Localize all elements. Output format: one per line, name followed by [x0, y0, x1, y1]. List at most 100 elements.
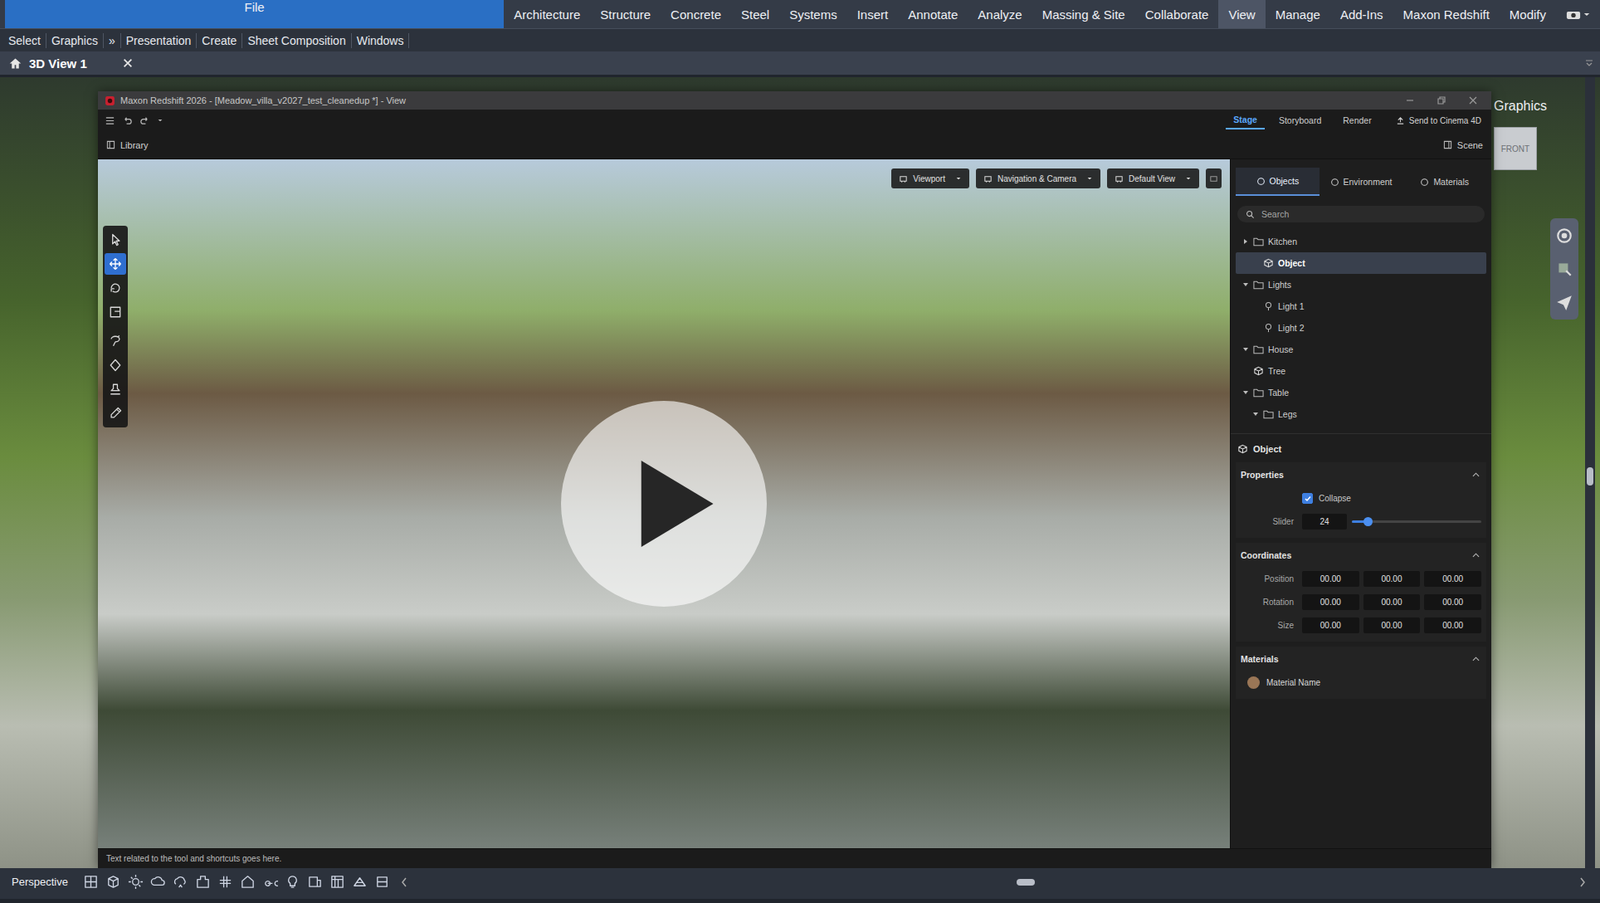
material-item[interactable]: Material Name — [1247, 676, 1480, 689]
panel-tab[interactable]: Materials — [1402, 167, 1487, 196]
expand-chevron-icon[interactable] — [1242, 238, 1249, 245]
ribbon-tab[interactable]: Add-Ins — [1330, 0, 1394, 29]
minimize-icon[interactable] — [1404, 95, 1415, 106]
expand-chevron-icon[interactable] — [1252, 410, 1259, 418]
coordinate-field[interactable]: 00.00 — [1363, 570, 1421, 587]
caret-down-icon[interactable] — [156, 118, 164, 123]
view-control-icon[interactable] — [351, 873, 368, 890]
tree-item[interactable]: Table — [1235, 381, 1487, 404]
ribbon-tab[interactable]: Structure — [590, 0, 661, 29]
viewcube-face[interactable]: FRONT — [1501, 144, 1530, 154]
viewport-menu[interactable]: Navigation & Camera — [975, 168, 1101, 189]
viewport-menu[interactable]: Viewport — [891, 168, 970, 189]
expand-chevron-icon[interactable] — [1242, 346, 1249, 353]
panel-bar-item[interactable]: Sheet Composition — [242, 33, 352, 49]
ribbon-tab[interactable]: Architecture — [503, 0, 591, 29]
ribbon-tab[interactable]: Annotate — [897, 0, 968, 29]
view-control-icon[interactable] — [195, 873, 211, 890]
tree-item[interactable]: Tree — [1235, 360, 1487, 382]
view-control-icon[interactable] — [150, 873, 166, 890]
tool-button[interactable] — [104, 378, 127, 400]
ribbon-tab[interactable]: Modify — [1499, 0, 1557, 29]
scroll-thumb[interactable] — [1016, 878, 1035, 886]
steering-wheel-icon[interactable] — [1555, 226, 1574, 245]
mode-tab[interactable]: Stage — [1225, 111, 1265, 130]
ribbon-tab[interactable]: Maxon Redshift — [1393, 0, 1500, 29]
mode-tab[interactable]: Render — [1335, 112, 1379, 129]
tool-button[interactable] — [104, 354, 127, 376]
tool-button[interactable] — [104, 402, 127, 425]
coordinate-field[interactable]: 00.00 — [1363, 617, 1421, 634]
redo-icon[interactable] — [139, 115, 151, 127]
horizontal-scrollbar[interactable] — [418, 878, 1569, 887]
ribbon-tab[interactable]: Concrete — [660, 0, 732, 29]
ribbon-tab[interactable]: View — [1218, 0, 1265, 29]
tab-menu-icon[interactable] — [1585, 58, 1594, 68]
ribbon-tab[interactable]: Collaborate — [1135, 0, 1220, 29]
restore-icon[interactable] — [1436, 95, 1447, 106]
ribbon-tab[interactable]: Insert — [847, 0, 899, 29]
tool-button[interactable] — [104, 229, 127, 251]
section-header[interactable]: Materials — [1235, 646, 1487, 672]
tool-button[interactable] — [104, 301, 127, 323]
collapse-chevron-icon[interactable] — [1472, 552, 1480, 558]
section-header[interactable]: Properties — [1235, 462, 1487, 488]
panel-bar-item[interactable]: » — [103, 33, 122, 49]
menu-icon[interactable] — [104, 115, 116, 127]
tree-item[interactable]: House — [1235, 338, 1487, 361]
view-control-icon[interactable] — [127, 873, 144, 890]
close-icon[interactable] — [121, 57, 134, 69]
render-viewport[interactable]: ViewportNavigation & Camera Default View — [97, 159, 1230, 849]
send-to-cinema4d-button[interactable]: Send to Cinema 4D — [1385, 116, 1485, 126]
tree-item[interactable]: Light 1 — [1235, 295, 1487, 318]
expand-chevron-icon[interactable] — [1242, 389, 1249, 396]
ribbon-tab[interactable]: Analyze — [967, 0, 1032, 29]
expand-chevron-icon[interactable] — [1242, 281, 1249, 288]
view-control-icon[interactable] — [284, 873, 301, 890]
send-icon[interactable] — [1555, 292, 1574, 312]
checkbox[interactable] — [1302, 492, 1313, 504]
view-control-icon[interactable] — [105, 873, 122, 890]
coordinate-field[interactable]: 00.00 — [1302, 594, 1360, 610]
collapse-chevron-icon[interactable] — [1472, 472, 1480, 478]
panel-tab[interactable]: Objects — [1235, 167, 1320, 196]
tool-button[interactable] — [104, 277, 127, 299]
slider-track[interactable] — [1351, 520, 1482, 523]
ribbon-tab[interactable]: Manage — [1265, 0, 1331, 29]
coordinate-field[interactable]: 00.00 — [1424, 570, 1482, 587]
tool-button[interactable] — [104, 330, 127, 352]
scroll-left-icon[interactable] — [400, 876, 409, 888]
tool-button[interactable] — [104, 253, 127, 275]
view-control-icon[interactable] — [329, 873, 346, 890]
coordinate-field[interactable]: 00.00 — [1302, 570, 1360, 587]
play-icon[interactable] — [560, 400, 767, 607]
close-icon[interactable] — [1468, 95, 1479, 106]
panel-bar-item[interactable]: Presentation — [121, 33, 198, 49]
library-button[interactable]: Library — [106, 140, 149, 151]
panel-bar-item[interactable]: Graphics — [46, 33, 104, 49]
coordinate-field[interactable]: 00.00 — [1363, 594, 1421, 610]
panel-tab[interactable]: Environment — [1319, 167, 1404, 196]
viewport-option-button[interactable] — [1205, 168, 1222, 189]
ribbon-tab[interactable]: Steel — [731, 0, 780, 29]
slider-value-field[interactable]: 24 — [1302, 513, 1347, 530]
scroll-right-icon[interactable] — [1578, 876, 1587, 888]
view-control-icon[interactable] — [307, 873, 323, 890]
ribbon-tab[interactable]: Systems — [779, 0, 848, 29]
tree-item[interactable]: Kitchen — [1235, 230, 1487, 253]
view-control-icon[interactable] — [262, 873, 279, 890]
coordinate-field[interactable]: 00.00 — [1302, 617, 1360, 634]
title-bar[interactable]: Maxon Redshift 2026 - [Meadow_villa_v202… — [97, 91, 1492, 110]
tree-item[interactable]: Light 2 — [1235, 317, 1487, 339]
section-header[interactable]: Coordinates — [1235, 542, 1487, 568]
view-mode-label[interactable]: Perspective — [11, 875, 69, 888]
zoom-icon[interactable] — [1555, 259, 1574, 279]
tree-item[interactable]: Object — [1235, 252, 1487, 274]
view-control-icon[interactable] — [82, 873, 99, 890]
viewport-menu[interactable]: Default View — [1107, 168, 1200, 189]
revit-3d-view[interactable]: GraphicsFRONTMaxon Redshift 2026 - [Mead… — [0, 77, 1600, 869]
view-control-icon[interactable] — [374, 873, 391, 890]
panel-bar-item[interactable]: Select — [3, 33, 47, 49]
viewcube[interactable]: FRONT — [1493, 126, 1537, 171]
panel-bar-item[interactable]: Windows — [351, 33, 410, 49]
